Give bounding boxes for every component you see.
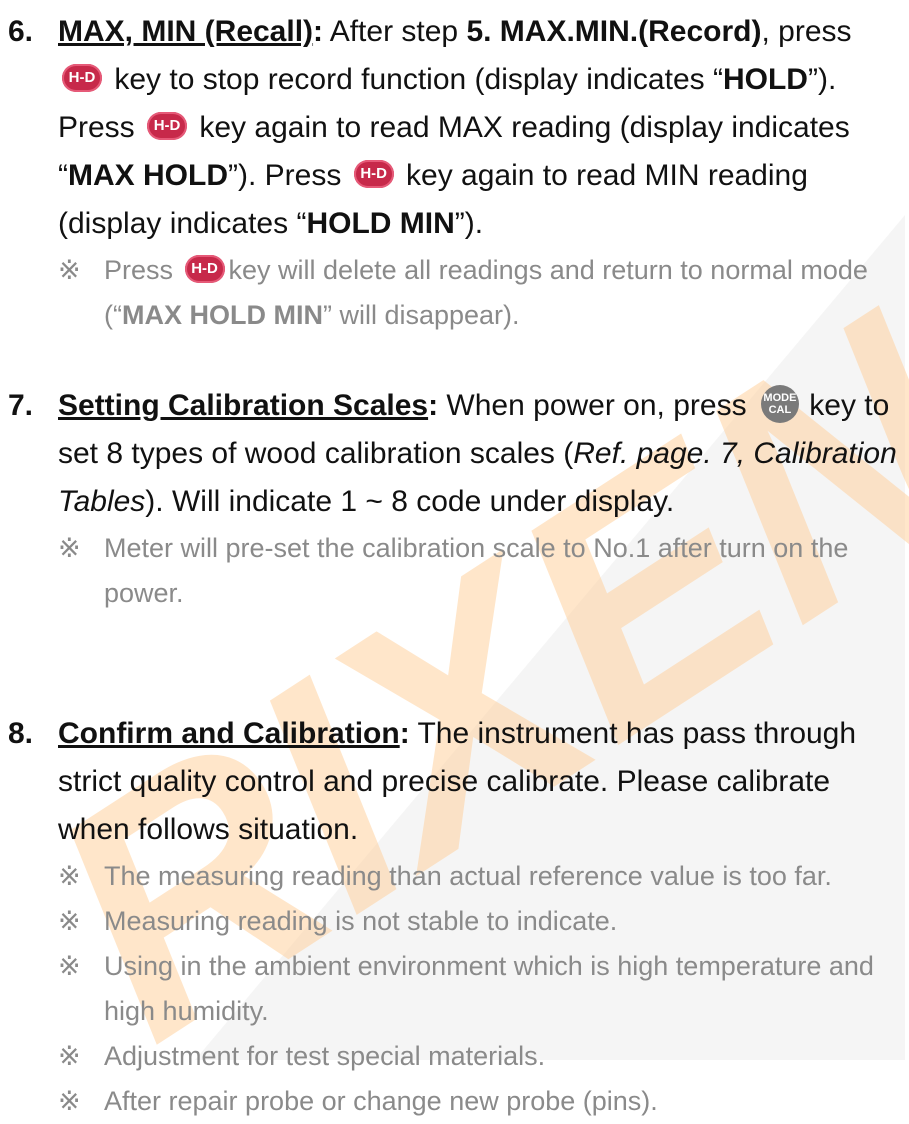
notes-list: ※ Press H-D key will delete all readings a… [58,248,899,338]
section-heading: Setting Calibration Scales [58,389,429,422]
heading-colon: : [428,389,439,422]
display-max-hold: MAX HOLD [68,159,228,192]
note-mark: ※ [58,255,81,285]
note-mark: ※ [58,906,81,936]
note-text: Using in the ambient environment which i… [104,951,874,1026]
note-mark: ※ [58,1086,81,1116]
text: ). Will indicate 1 ~ 8 code under displa… [145,485,675,518]
text: key to stop record function (display ind… [106,63,723,96]
section-number: 8. [8,717,34,750]
section-paragraph: Confirm and Calibration: The instrument … [58,710,899,854]
mode-key-top: MODE [763,392,797,405]
note-mark: ※ [58,951,81,981]
heading-colon: : [313,15,324,48]
note-text: Press [104,255,181,285]
note-item: ※ Press H-D key will delete all readings a… [58,248,899,338]
text: , press [761,15,852,48]
hd-key-icon: H-D [353,160,394,189]
mode-key-bottom: CAL [768,404,792,417]
hd-key-icon: H-D [184,254,225,283]
note-item: ※ The measuring reading than actual refer… [58,854,899,899]
display-hold-min: HOLD MIN [306,207,455,240]
note-item: ※ Meter will pre-set the calibration scal… [58,526,899,616]
text: ”). Press [228,159,350,192]
note-item: ※ Using in the ambient environment which … [58,944,899,1034]
hd-key-icon: H-D [147,112,188,141]
section-number: 7. [8,389,34,422]
step-reference: 5. MAX.MIN.(Record) [466,15,762,48]
section-number: 6. [8,15,34,48]
notes-list: ※ Meter will pre-set the calibration scal… [58,526,899,616]
section-calibration-scales: 7. Setting Calibration Scales: When powe… [0,382,909,616]
note-text: Meter will pre-set the calibration scale… [104,533,849,608]
note-text: The measuring reading than actual refere… [104,861,832,891]
note-text: Measuring reading is not stable to indic… [104,906,618,936]
note-item: ※ Measuring reading is not stable to indi… [58,899,899,944]
note-item: ※ Adjustment for test special materials. [58,1034,899,1079]
note-text: ” will disappear). [322,300,520,330]
section-paragraph: Setting Calibration Scales: When power o… [58,382,899,526]
heading-colon: : [399,717,410,750]
hd-key-icon: H-D [62,64,102,93]
section-max-min-recall: 6. MAX, MIN (Recall): After step 5. MAX.… [0,8,909,338]
section-heading: MAX, MIN (Recall) [58,15,314,48]
note-mark: ※ [58,533,81,563]
section-heading: Confirm and Calibration [58,717,400,750]
display-hold: HOLD [722,63,808,96]
note-item: ※ After repair probe or change new probe … [58,1079,899,1124]
section-paragraph: MAX, MIN (Recall): After step 5. MAX.MIN… [58,8,899,248]
note-text: Adjustment for test special materials. [104,1041,546,1071]
note-text: After repair probe or change new probe (… [104,1086,658,1116]
text: ”). [454,207,484,240]
note-bold: MAX HOLD MIN [121,300,323,330]
note-mark: ※ [58,1041,81,1071]
section-confirm-calibration: 8. Confirm and Calibration: The instrume… [0,710,909,1124]
note-mark: ※ [58,861,81,891]
text: After step [323,15,467,48]
text: When power on, press [438,389,755,422]
notes-list: ※ The measuring reading than actual refer… [58,854,899,1124]
mode-cal-key-icon: MODE CAL [760,385,799,424]
